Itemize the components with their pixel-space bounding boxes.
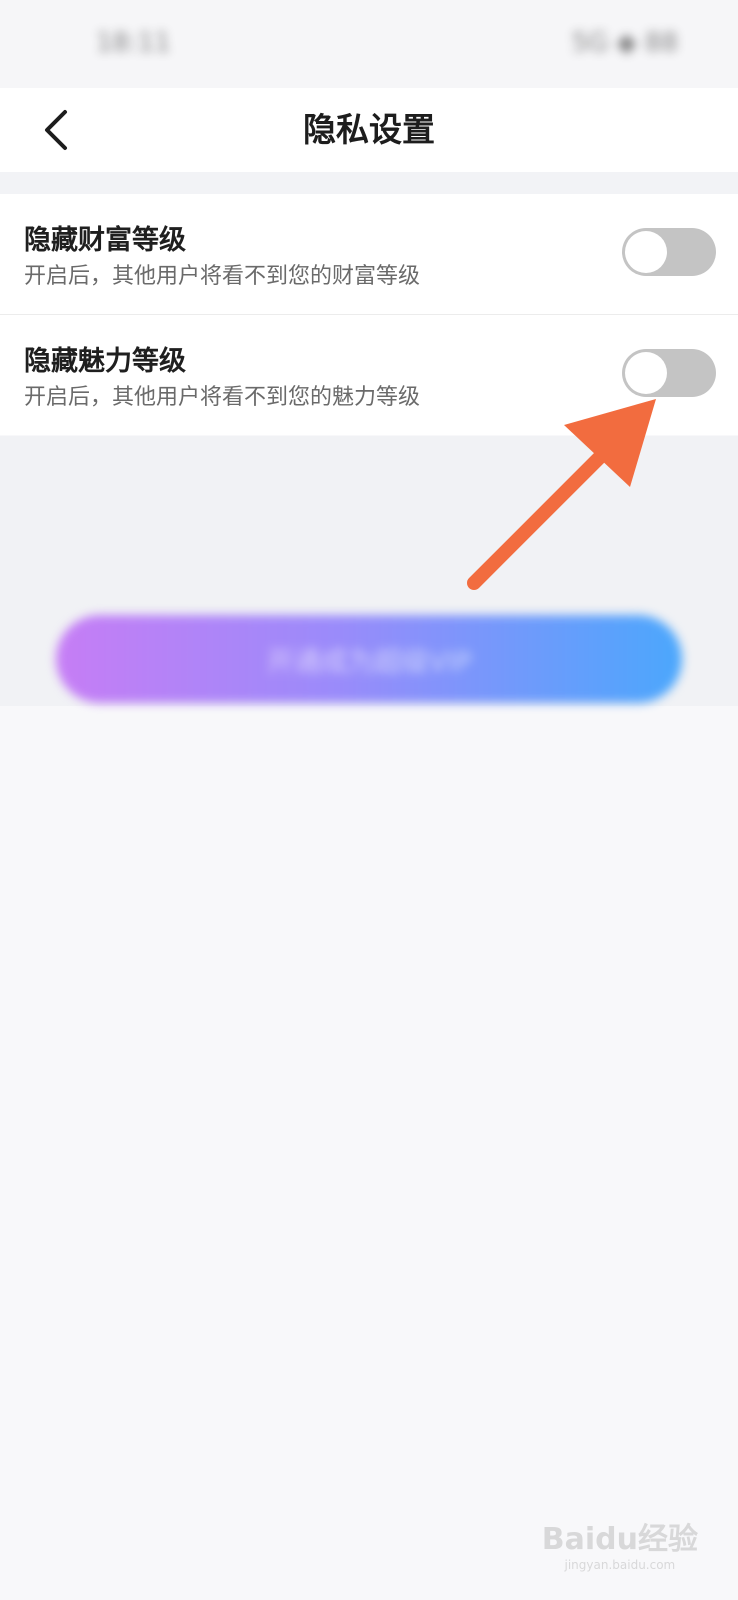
setting-description: 开启后，其他用户将看不到您的魅力等级 <box>24 385 421 410</box>
settings-list: 隐藏财富等级 开启后，其他用户将看不到您的财富等级 隐藏魅力等级 开启后，其他用… <box>0 194 738 435</box>
setting-row-hide-wealth-level: 隐藏财富等级 开启后，其他用户将看不到您的财富等级 <box>0 194 738 314</box>
setting-title: 隐藏财富等级 <box>24 225 186 256</box>
setting-row-hide-charm-level: 隐藏魅力等级 开启后，其他用户将看不到您的魅力等级 <box>0 314 738 435</box>
status-icons: 5G ◆ 88 <box>571 28 678 58</box>
toggle-knob <box>625 352 667 394</box>
nav-bar: 隐私设置 <box>0 88 738 172</box>
status-bar: 18:11 5G ◆ 88 <box>0 0 738 88</box>
section-divider <box>0 172 738 194</box>
watermark-url: jingyan.baidu.com <box>564 1558 676 1572</box>
status-time: 18:11 <box>96 28 171 58</box>
page-title: 隐私设置 <box>303 110 435 149</box>
toggle-knob <box>625 231 667 273</box>
watermark: Baidu经验 jingyan.baidu.com <box>542 1514 698 1572</box>
setting-description: 开启后，其他用户将看不到您的财富等级 <box>24 264 421 289</box>
open-vip-button[interactable]: 开通成为超级VIP <box>56 615 682 703</box>
vip-button-label: 开通成为超级VIP <box>266 646 472 678</box>
hide-charm-level-toggle[interactable] <box>622 349 716 397</box>
watermark-logo: Baidu经验 <box>541 1522 698 1557</box>
hide-wealth-level-toggle[interactable] <box>622 228 716 276</box>
setting-title: 隐藏魅力等级 <box>24 346 186 377</box>
